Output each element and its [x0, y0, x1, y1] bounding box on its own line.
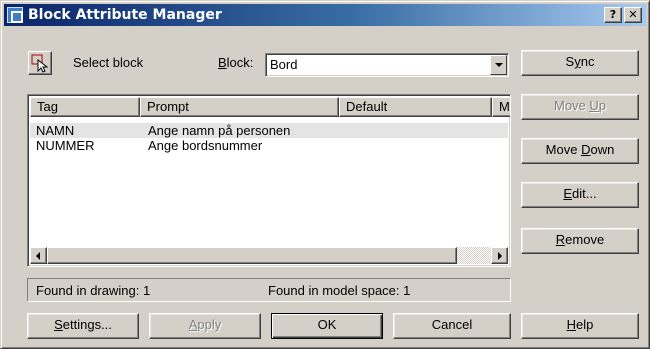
cell-prompt: Ange namn på personen — [148, 123, 291, 138]
table-row[interactable]: NUMMER Ange bordsnummer — [30, 138, 508, 153]
block-attribute-manager-dialog: Block Attribute Manager ? ✕ Select block… — [0, 0, 650, 349]
close-icon[interactable]: ✕ — [624, 7, 642, 23]
cell-tag: NUMMER — [36, 138, 95, 153]
column-header-default[interactable]: Default — [339, 97, 492, 117]
title-bar[interactable]: Block Attribute Manager ? ✕ — [4, 4, 646, 26]
apply-button[interactable]: Apply — [149, 313, 261, 339]
help-button[interactable]: Help — [521, 313, 639, 339]
ok-button[interactable]: OK — [271, 313, 383, 339]
scroll-track[interactable] — [457, 247, 491, 264]
cell-prompt: Ange bordsnummer — [148, 138, 263, 153]
help-icon[interactable]: ? — [604, 7, 622, 23]
scroll-thumb[interactable] — [47, 247, 457, 264]
attribute-list[interactable]: Tag Prompt Default Mc NAMN Ange namn på … — [27, 94, 511, 267]
scroll-right-icon[interactable] — [491, 247, 508, 264]
column-header-tag[interactable]: Tag — [30, 97, 140, 117]
column-header-mode[interactable]: Mc — [492, 97, 510, 117]
move-down-button[interactable]: Move Down — [521, 138, 639, 164]
found-in-model-space: Found in model space: 1 — [268, 283, 411, 298]
cell-tag: NAMN — [36, 123, 75, 138]
sync-button[interactable]: Sync — [521, 50, 639, 76]
remove-button[interactable]: Remove — [521, 228, 639, 254]
table-row[interactable]: NAMN Ange namn på personen — [30, 123, 508, 138]
status-bar: Found in drawing: 1 Found in model space… — [27, 278, 511, 302]
select-block-button[interactable] — [28, 51, 52, 75]
pick-cursor-icon — [31, 54, 49, 73]
move-up-button[interactable]: Move Up — [521, 94, 639, 120]
attribute-list-header: Tag Prompt Default Mc — [30, 97, 510, 117]
scroll-left-icon[interactable] — [30, 247, 47, 264]
window-title: Block Attribute Manager — [28, 7, 222, 23]
settings-button[interactable]: Settings... — [27, 313, 139, 339]
found-in-drawing: Found in drawing: 1 — [36, 283, 151, 298]
block-select[interactable]: Bord — [265, 53, 509, 77]
chevron-down-icon[interactable] — [490, 55, 507, 75]
horizontal-scrollbar[interactable] — [30, 247, 508, 264]
edit-button[interactable]: Edit... — [521, 182, 639, 208]
column-header-prompt[interactable]: Prompt — [140, 97, 339, 117]
block-label: Block: — [218, 55, 254, 70]
select-block-label: Select block — [73, 55, 144, 70]
cancel-button[interactable]: Cancel — [393, 313, 511, 339]
block-select-value: Bord — [270, 57, 298, 72]
app-icon — [7, 7, 23, 23]
